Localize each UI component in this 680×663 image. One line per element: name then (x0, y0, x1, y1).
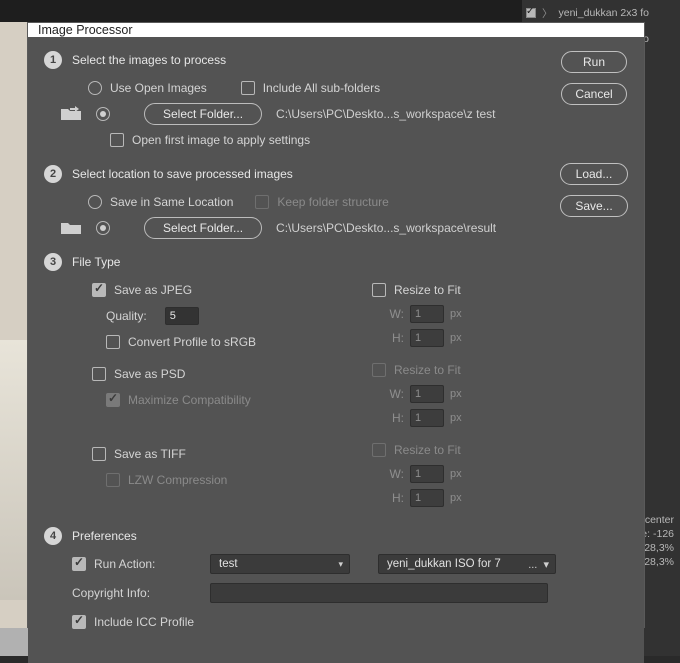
folder-in-icon (60, 106, 82, 122)
tiff-resize-checkbox (372, 443, 386, 457)
save-jpeg-checkbox[interactable] (92, 283, 106, 297)
save-tiff-label: Save as TIFF (114, 447, 186, 461)
cancel-button[interactable]: Cancel (561, 83, 627, 105)
jpeg-h-input: 1 (410, 329, 444, 347)
action-name-select[interactable]: yeni_dukkan ISO for 7 ... ▾ (378, 554, 556, 574)
select-value: yeni_dukkan ISO for 7 (387, 558, 501, 570)
section-title: File Type (72, 255, 120, 269)
run-action-label: Run Action: (94, 557, 155, 571)
load-button[interactable]: Load... (560, 163, 628, 185)
lzw-label: LZW Compression (128, 473, 227, 487)
section-select-images: 1 Select the images to process Use Open … (44, 51, 628, 151)
bg-document-photo (0, 340, 27, 600)
run-button[interactable]: Run (561, 51, 627, 73)
max-compat-checkbox (106, 393, 120, 407)
save-psd-label: Save as PSD (114, 367, 185, 381)
include-icc-label: Include ICC Profile (94, 615, 194, 629)
section-title: Select the images to process (72, 53, 226, 67)
px-label: px (450, 388, 462, 400)
convert-srgb-label: Convert Profile to sRGB (128, 335, 256, 349)
save-button[interactable]: Save... (560, 195, 628, 217)
folder-out-icon (60, 220, 82, 236)
convert-srgb-checkbox[interactable] (106, 335, 120, 349)
check-icon (526, 8, 536, 18)
copyright-label: Copyright Info: (72, 586, 202, 600)
h-label: H: (384, 491, 404, 505)
psd-w-input: 1 (410, 385, 444, 403)
section-title: Preferences (72, 529, 137, 543)
source-path: C:\Users\PC\Deskto...s_workspace\z test (276, 107, 495, 121)
psd-resize-checkbox (372, 363, 386, 377)
jpeg-w-input: 1 (410, 305, 444, 323)
w-label: W: (384, 467, 404, 481)
step-badge-2: 2 (44, 165, 62, 183)
run-action-checkbox[interactable] (72, 557, 86, 571)
section-preferences: 4 Preferences Run Action: test ▾ yeni_du… (44, 527, 628, 633)
step-badge-1: 1 (44, 51, 62, 69)
save-jpeg-label: Save as JPEG (114, 283, 192, 297)
copyright-input[interactable] (210, 583, 548, 603)
px-label: px (450, 492, 462, 504)
jpeg-resize-label: Resize to Fit (394, 283, 461, 297)
include-subfolders-label: Include All sub-folders (263, 81, 380, 95)
w-label: W: (384, 307, 404, 321)
jpeg-resize-checkbox[interactable] (372, 283, 386, 297)
px-label: px (450, 308, 462, 320)
px-label: px (450, 468, 462, 480)
action-item: yeni_dukkan 2x3 fo (559, 7, 649, 19)
save-tiff-checkbox[interactable] (92, 447, 106, 461)
section-title: Select location to save processed images (72, 167, 293, 181)
dialog-titlebar[interactable]: Image Processor (28, 23, 644, 37)
save-psd-checkbox[interactable] (92, 367, 106, 381)
open-first-image-checkbox[interactable] (110, 133, 124, 147)
quality-label: Quality: (106, 309, 147, 323)
psd-h-input: 1 (410, 409, 444, 427)
max-compat-label: Maximize Compatibility (128, 393, 251, 407)
action-set-select[interactable]: test ▾ (210, 554, 350, 574)
step-badge-4: 4 (44, 527, 62, 545)
keep-folder-structure-checkbox[interactable] (255, 195, 269, 209)
px-label: px (450, 332, 462, 344)
select-dest-folder-radio[interactable] (96, 221, 110, 235)
include-subfolders-checkbox[interactable] (241, 81, 255, 95)
chevron-down-icon: ▾ (338, 559, 343, 570)
px-label: px (450, 412, 462, 424)
w-label: W: (384, 387, 404, 401)
include-icc-checkbox[interactable] (72, 615, 86, 629)
quality-input[interactable]: 5 (165, 307, 199, 325)
use-open-images-radio[interactable] (88, 81, 102, 95)
keep-folder-structure-label: Keep folder structure (277, 195, 388, 209)
save-same-location-label: Save in Same Location (110, 195, 233, 209)
dialog-title: Image Processor (38, 23, 132, 37)
dest-path: C:\Users\PC\Deskto...s_workspace\result (276, 221, 496, 235)
step-badge-3: 3 (44, 253, 62, 271)
psd-resize-label: Resize to Fit (394, 363, 461, 377)
save-same-location-radio[interactable] (88, 195, 102, 209)
select-folder-radio[interactable] (96, 107, 110, 121)
tiff-w-input: 1 (410, 465, 444, 483)
image-processor-dialog: Image Processor Run Cancel Load... Save.… (27, 22, 645, 628)
section-save-location: 2 Select location to save processed imag… (44, 165, 628, 239)
lzw-checkbox (106, 473, 120, 487)
use-open-images-label: Use Open Images (110, 81, 207, 95)
select-dest-folder-button[interactable]: Select Folder... (144, 217, 262, 239)
tiff-h-input: 1 (410, 489, 444, 507)
h-label: H: (384, 331, 404, 345)
select-source-folder-button[interactable]: Select Folder... (144, 103, 262, 125)
tiff-resize-label: Resize to Fit (394, 443, 461, 457)
open-first-image-label: Open first image to apply settings (132, 133, 310, 147)
h-label: H: (384, 411, 404, 425)
select-value: test (219, 558, 238, 570)
section-file-type: 3 File Type Save as JPEG Quality: 5 (44, 253, 628, 513)
